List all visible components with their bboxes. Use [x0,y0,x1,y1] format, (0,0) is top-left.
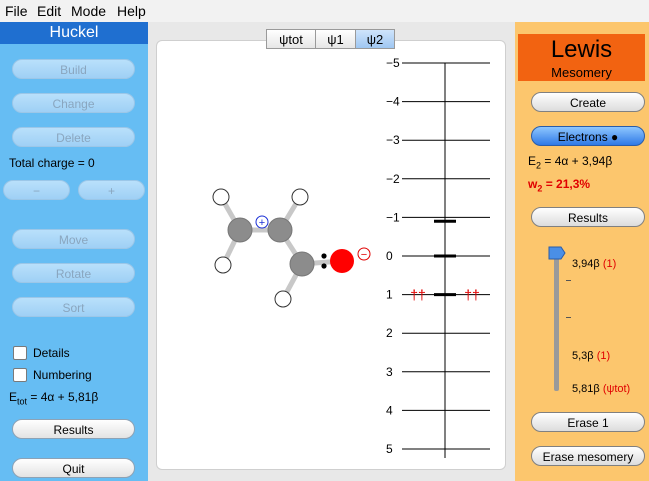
build-button[interactable]: Build [12,59,135,79]
w2-value: = 21,3% [542,177,591,191]
details-label: Details [33,346,70,360]
menu-mode[interactable]: Mode [71,3,106,19]
w2-weight-label: w2 = 21,3% [528,177,590,193]
energy-axis-label: 5 [386,442,393,456]
menu-edit[interactable]: Edit [37,3,61,19]
slider-thumb-icon[interactable] [547,245,567,263]
energy-axis-label: −4 [386,95,400,109]
energy-axis-label: 2 [386,326,393,340]
e2-value: = 4α + 3,94β [541,154,613,168]
energy-diagram: −5 −4 −3 −2 −1 0 1 2 3 4 5 †† †† [386,56,490,458]
oxygen-atom[interactable] [330,249,354,273]
slider-item-value: 3,94β [572,258,600,270]
energy-axis-label: 4 [386,403,393,417]
e2-symbol: E [528,154,537,168]
slider-item-tag: (ψtot) [602,383,631,395]
hydrogen-atom[interactable] [212,188,230,206]
menu-help[interactable]: Help [117,3,146,19]
electron-pair-marker: †† [464,287,480,303]
negative-charge-sign: − [361,249,367,261]
huckel-panel: Huckel Build Change Delete Total charge … [0,22,148,481]
energy-axis-label: −3 [386,133,400,147]
mesomery-subtitle: Mesomery [551,65,612,80]
molecule-view[interactable]: + − [156,40,386,470]
hydrogen-atom[interactable] [291,188,309,206]
energy-axis-label: 0 [386,249,393,263]
charge-increase-button[interactable]: + [78,180,145,200]
positive-charge-sign: + [259,217,265,229]
sort-button[interactable]: Sort [12,297,135,317]
energy-axis-label: −2 [386,172,400,186]
erase-one-button[interactable]: Erase 1 [531,412,645,432]
lewis-title: Lewis [550,36,613,63]
carbon-atom[interactable] [267,217,293,243]
slider-tick [566,280,571,281]
electrons-button[interactable]: Electrons ● [531,126,645,146]
hydrogen-atom[interactable] [214,256,232,274]
slider-item-value: 5,3β [572,350,594,362]
quit-button[interactable]: Quit [12,458,135,478]
delete-button[interactable]: Delete [12,127,135,147]
lewis-header: Lewis Mesomery [518,34,645,81]
energy-axis-label: 3 [386,365,393,379]
change-button[interactable]: Change [12,93,135,113]
energy-axis-label: 1 [386,288,393,302]
total-energy-label: Etot = 4α + 5,81β [9,390,98,406]
slider-item-2: 5,3β (1) [572,350,610,362]
electron-pair-marker: †† [410,287,426,303]
energy-axis-label: −1 [386,210,400,224]
energy-axis-label: −5 [386,56,400,70]
right-results-button[interactable]: Results [531,207,645,227]
details-checkbox[interactable] [13,346,27,360]
move-button[interactable]: Move [12,229,135,249]
hydrogen-atom[interactable] [274,290,292,308]
total-charge-label: Total charge = 0 [9,156,95,170]
slider-item-value: 5,81β [572,383,600,395]
total-energy-value: = 4α + 5,81β [27,390,99,404]
total-energy-subscript: tot [17,396,28,407]
carbon-atom[interactable] [289,251,315,277]
lone-pair-dot [321,263,327,269]
carbon-atom[interactable] [227,217,253,243]
slider-item-3: 5,81β (ψtot) [572,383,630,395]
menu-bar: File Edit Mode Help [0,0,649,22]
slider-item-tag: (1) [596,350,611,362]
lone-pair-dot [321,253,327,259]
results-button[interactable]: Results [12,419,135,439]
numbering-label: Numbering [33,368,92,382]
create-button[interactable]: Create [531,92,645,112]
numbering-checkbox[interactable] [13,368,27,382]
charge-decrease-button[interactable]: − [3,180,70,200]
slider-item-tag: (1) [602,258,617,270]
menu-file[interactable]: File [5,3,28,19]
erase-mesomery-button[interactable]: Erase mesomery [531,446,645,466]
mesomery-slider-track[interactable] [554,253,559,391]
total-energy-symbol: E [9,390,18,404]
slider-item-1: 3,94β (1) [572,258,616,270]
slider-tick [566,317,571,318]
e2-energy-label: E2 = 4α + 3,94β [528,154,612,170]
rotate-button[interactable]: Rotate [12,263,135,283]
w2-symbol: w [528,177,538,191]
huckel-title: Huckel [0,22,148,44]
